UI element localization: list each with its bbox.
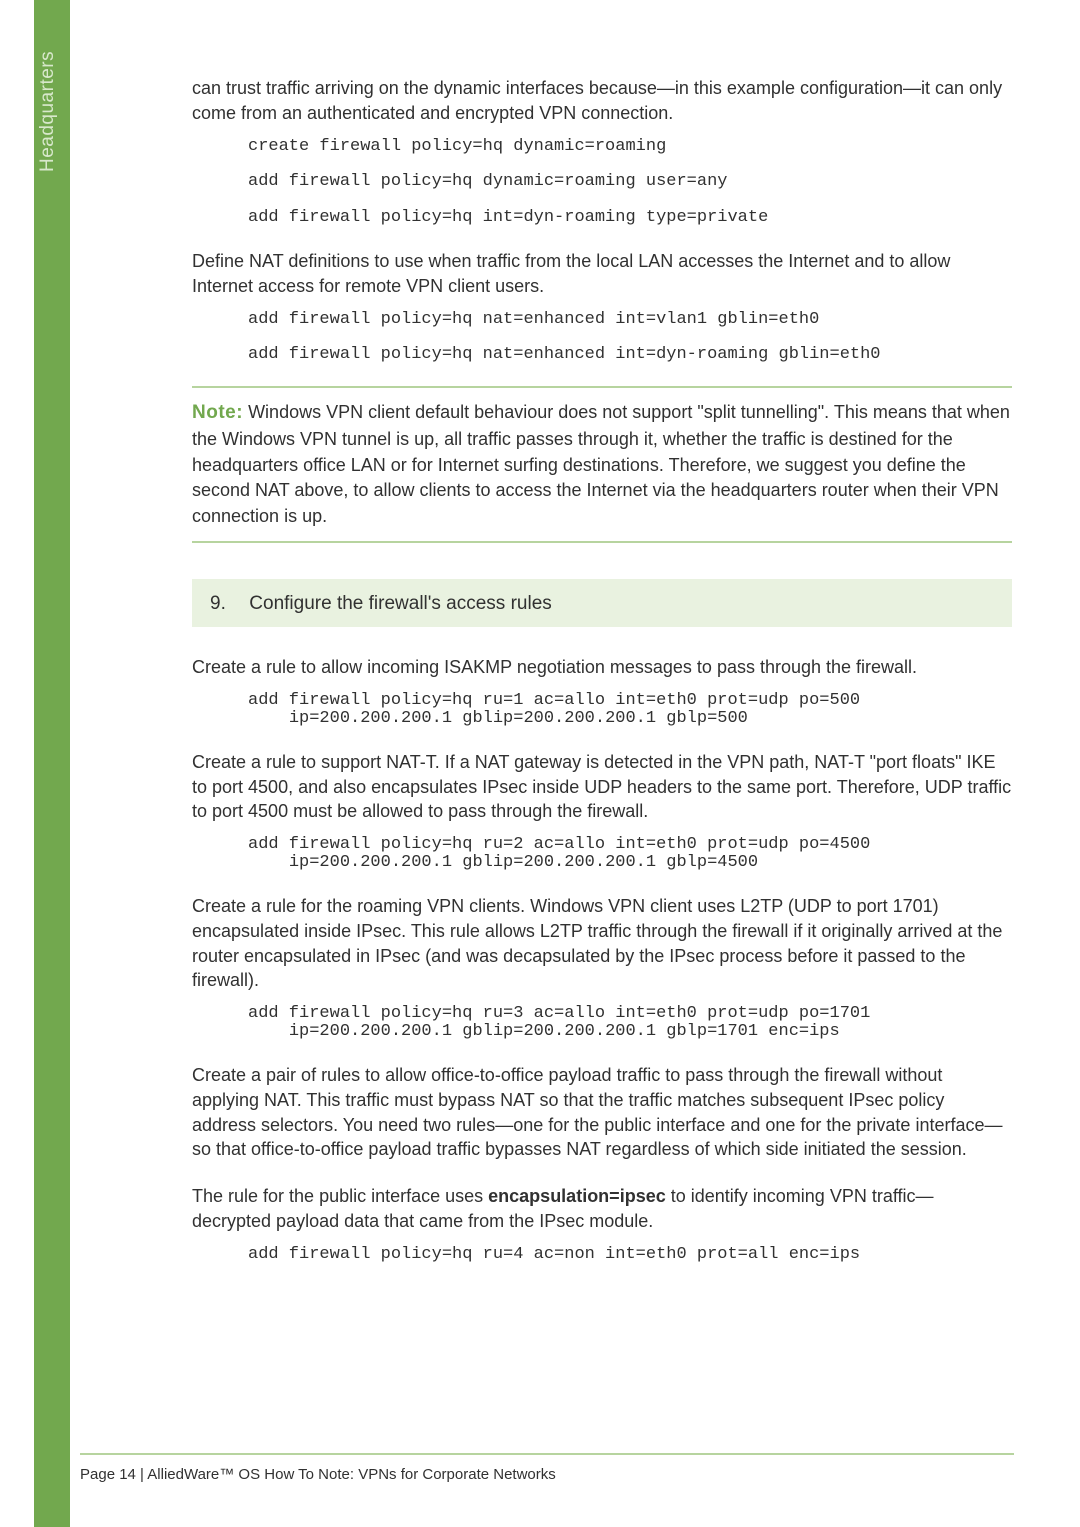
code-block-5: add firewall policy=hq ru=3 ac=allo int=… <box>248 1005 1012 1041</box>
code-block-1: create firewall policy=hq dynamic=roamin… <box>248 138 1012 227</box>
main-content: can trust traffic arriving on the dynami… <box>192 76 1012 1276</box>
paragraph-natt: Create a rule to support NAT-T. If a NAT… <box>192 750 1012 824</box>
step-number: 9. <box>210 593 244 615</box>
note-label: Note: <box>192 402 243 423</box>
footer-divider <box>80 1453 1014 1455</box>
footer-text: Page 14 | AlliedWare™ OS How To Note: VP… <box>80 1466 556 1483</box>
step-title: Configure the firewall's access rules <box>249 593 551 614</box>
para7a: The rule for the public interface uses <box>192 1186 488 1206</box>
code-block-4: add firewall policy=hq ru=2 ac=allo int=… <box>248 836 1012 872</box>
note-body: Windows VPN client default behaviour doe… <box>192 402 1010 526</box>
step-heading: 9. Configure the firewall's access rules <box>192 579 1012 627</box>
para7b-bold: encapsulation=ipsec <box>488 1186 666 1206</box>
sidebar-tab: Headquarters <box>34 0 70 1527</box>
sidebar-label: Headquarters <box>37 51 59 172</box>
note-box: Note: Windows VPN client default behavio… <box>192 386 1012 543</box>
paragraph-roaming: Create a rule for the roaming VPN client… <box>192 894 1012 993</box>
paragraph-rulespair: Create a pair of rules to allow office-t… <box>192 1063 1012 1162</box>
code-block-2: add firewall policy=hq nat=enhanced int=… <box>248 311 1012 365</box>
paragraph-isakmp: Create a rule to allow incoming ISAKMP n… <box>192 655 1012 680</box>
note-text: Note: Windows VPN client default behavio… <box>192 400 1012 529</box>
code-block-3: add firewall policy=hq ru=1 ac=allo int=… <box>248 692 1012 728</box>
paragraph-nat: Define NAT definitions to use when traff… <box>192 249 1012 299</box>
code-block-6: add firewall policy=hq ru=4 ac=non int=e… <box>248 1246 1012 1264</box>
paragraph-intro: can trust traffic arriving on the dynami… <box>192 76 1012 126</box>
paragraph-encaps: The rule for the public interface uses e… <box>192 1184 1012 1234</box>
